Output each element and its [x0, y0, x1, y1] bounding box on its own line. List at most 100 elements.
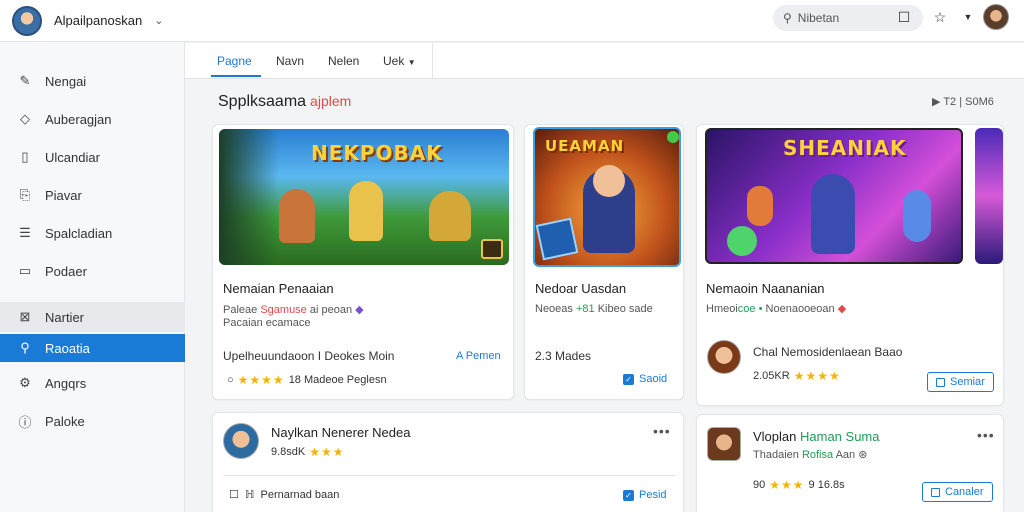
rating-row: 90 ★★★ 9 16.8s: [753, 478, 845, 492]
checkbox-empty-icon[interactable]: ☐: [229, 488, 239, 501]
sub-plain: Thadaien: [753, 449, 799, 461]
tab-bar: Pagne Navn Nelen Uek ▼: [185, 43, 1024, 79]
star-rating: ★★★: [309, 445, 345, 459]
game-artwork[interactable]: NEKPOBAK: [219, 129, 509, 265]
subscribe-button[interactable]: Semiar: [927, 372, 994, 392]
sub-accent: Rofisa: [801, 449, 834, 461]
tab-uek[interactable]: Uek ▼: [383, 54, 416, 68]
avatar[interactable]: [223, 423, 259, 459]
square-icon: [936, 377, 945, 387]
rating-row: 9.8sdK ★★★: [271, 445, 349, 459]
star-rating: ★★★: [769, 478, 805, 492]
tab-nelen[interactable]: Nelen: [328, 54, 359, 68]
rating-count: 90: [753, 479, 766, 491]
chevron-down-icon[interactable]: ⌄: [154, 14, 163, 27]
meta-row: ☐ ℍ Pernarnad baan: [229, 488, 339, 502]
game-artwork-peek[interactable]: [975, 128, 1003, 264]
sidebar-item-podaer[interactable]: ▭ Podaer: [0, 256, 185, 286]
sidebar-item-label: Podaer: [45, 263, 87, 279]
game-card[interactable]: NEKPOBAK Nemaian Penaaian Paleae Sgamuse…: [212, 124, 514, 400]
art-title: NEKPOBAK: [311, 141, 443, 165]
divider: [223, 475, 675, 476]
action-label: Pesid: [639, 489, 667, 501]
gem-icon: ◆: [837, 303, 847, 315]
star-icon[interactable]: ☆: [931, 8, 949, 26]
sidebar-item-raoatia[interactable]: ⚲ Raoatia: [0, 334, 185, 362]
circle-icon: ○: [227, 374, 234, 386]
divider: [432, 43, 433, 79]
section-meta-text: T2 | S0M6: [943, 96, 994, 108]
app-window: Alpailpanoskan ⌄ ✎ Nengai ◇ Auberagjan ▯…: [0, 0, 1024, 512]
search-icon: ⚲: [783, 11, 792, 25]
sub-tail: Aan: [835, 449, 856, 461]
save-link[interactable]: ✓ Pesid: [623, 489, 667, 501]
sub-plain: Paleae: [223, 304, 258, 316]
sidebar-item-nengai[interactable]: ✎ Nengai: [0, 66, 185, 96]
character-figure: [727, 226, 757, 256]
card-title: Nemaian Penaaian: [223, 281, 334, 296]
sidebar-item-label: Nartier: [45, 309, 85, 325]
shield-icon: [535, 217, 579, 261]
title-plain: Vloplan: [753, 429, 797, 444]
card-subtitle: Neoeas +81 Kibeo sade: [535, 303, 653, 315]
sidebar-item-piavar[interactable]: ⎘ Piavar: [0, 180, 185, 210]
action-label: Saoid: [639, 373, 668, 385]
card-meta-line: 2.3 Mades: [535, 349, 592, 363]
action-link[interactable]: A Pemen: [456, 350, 501, 362]
search-text: Nibetan: [797, 11, 840, 25]
sidebar-item-label: Paloke: [45, 413, 85, 429]
more-icon[interactable]: •••: [977, 427, 995, 443]
sub-plain: Neoeas: [535, 303, 573, 315]
checkbox-icon: ✓: [623, 373, 634, 385]
character-figure: [279, 189, 315, 243]
character-figure: [903, 190, 931, 242]
sidebar-item-auberagjan[interactable]: ◇ Auberagjan: [0, 104, 185, 134]
tab-navn[interactable]: Navn: [276, 54, 304, 68]
art-title: SHEANIAK: [783, 136, 907, 160]
sub-accent: coe: [737, 303, 756, 315]
section-meta[interactable]: ▶ T2 | S0M6: [932, 95, 994, 108]
info-icon: ⓘ: [18, 414, 32, 430]
sub-accent: Sgamuse: [260, 304, 307, 316]
sidebar-item-paloke[interactable]: ⓘ Paloke: [0, 406, 185, 436]
chevron-down-icon[interactable]: ▼: [959, 8, 977, 26]
sidebar: Alpailpanoskan ⌄ ✎ Nengai ◇ Auberagjan ▯…: [0, 0, 185, 512]
art-title: UEAMAN: [545, 137, 625, 155]
game-card[interactable]: UEAMAN Nedoar Uasdan Neoeas +81 Kibeo sa…: [524, 124, 684, 400]
game-artwork[interactable]: UEAMAN: [533, 127, 681, 267]
sidebar-item-ulcandiar[interactable]: ▯ Ulcandiar: [0, 142, 185, 172]
save-link[interactable]: ✓ Saoid: [623, 373, 667, 385]
rating-text: Madeoe Peglesn: [304, 374, 387, 386]
avatar[interactable]: [707, 427, 741, 461]
rating-text: 9 16.8s: [808, 479, 845, 491]
game-card[interactable]: SHEANIAK Nemaoin Naananian Hmeoicoe • No…: [696, 124, 1004, 406]
sidebar-item-nartier[interactable]: ⊠ Nartier: [0, 302, 185, 332]
gem-icon: ◆: [355, 304, 364, 316]
list-card[interactable]: Naylkan Nenerer Nedea 9.8sdK ★★★ ••• ☐ ℍ …: [212, 412, 684, 512]
sidebar-item-label: Spalcladian: [45, 225, 113, 241]
file-icon: ▭: [18, 263, 32, 278]
brand-name: Alpailpanoskan: [54, 13, 143, 28]
avatar[interactable]: [707, 340, 741, 374]
card-title: Vloplan Haman Suma: [753, 429, 879, 444]
globe-icon: ⊛: [858, 449, 868, 461]
card-meta-line: Upelheuundaoon I Deokes Moin: [223, 349, 395, 363]
bullet-icon: •: [758, 303, 763, 315]
square-icon[interactable]: ☐: [895, 8, 913, 26]
active-tab-indicator: [211, 75, 261, 77]
sidebar-item-label: Raoatia: [45, 340, 90, 356]
brand-bar[interactable]: Alpailpanoskan ⌄: [0, 0, 185, 42]
more-icon[interactable]: •••: [653, 423, 671, 439]
game-artwork[interactable]: SHEANIAK: [705, 128, 963, 264]
sidebar-item-angqrs[interactable]: ⚙ Angqrs: [0, 368, 185, 398]
character-face: [593, 165, 625, 197]
play-icon: ▶: [932, 96, 941, 108]
rating-count: 9.8sdK: [271, 446, 306, 458]
avatar[interactable]: [983, 4, 1009, 30]
list-card[interactable]: Vloplan Haman Suma Thadaien Rofisa Aan ⊛…: [696, 414, 1004, 512]
cancel-button[interactable]: Canaler: [922, 482, 993, 502]
gear-icon: ⚙: [19, 375, 31, 390]
sidebar-item-spalcladian[interactable]: ☰ Spalcladian: [0, 218, 185, 248]
rating-row: ○ ★★★★ 18 Madeoe Peglesn: [227, 373, 387, 387]
tab-pagne[interactable]: Pagne: [217, 54, 252, 68]
